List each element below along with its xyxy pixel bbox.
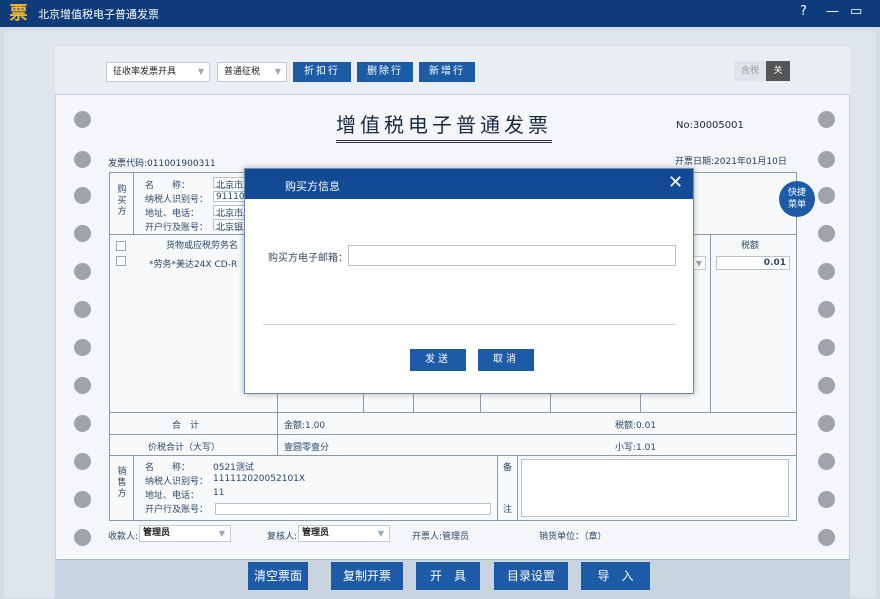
buyer-email-input[interactable] [348, 245, 676, 266]
send-button[interactable]: 发送 [410, 349, 466, 371]
buyer-email-label: 购买方电子邮箱： [268, 253, 348, 264]
dialog-divider [263, 324, 676, 325]
dialog-title: 购买方信息 [285, 180, 340, 193]
cancel-button[interactable]: 取消 [478, 349, 534, 371]
buyer-info-dialog: 购买方信息 ✕ 购买方电子邮箱： 发送 取消 [244, 168, 694, 394]
dialog-header: 购买方信息 ✕ [245, 169, 693, 199]
close-icon[interactable]: ✕ [668, 172, 683, 193]
